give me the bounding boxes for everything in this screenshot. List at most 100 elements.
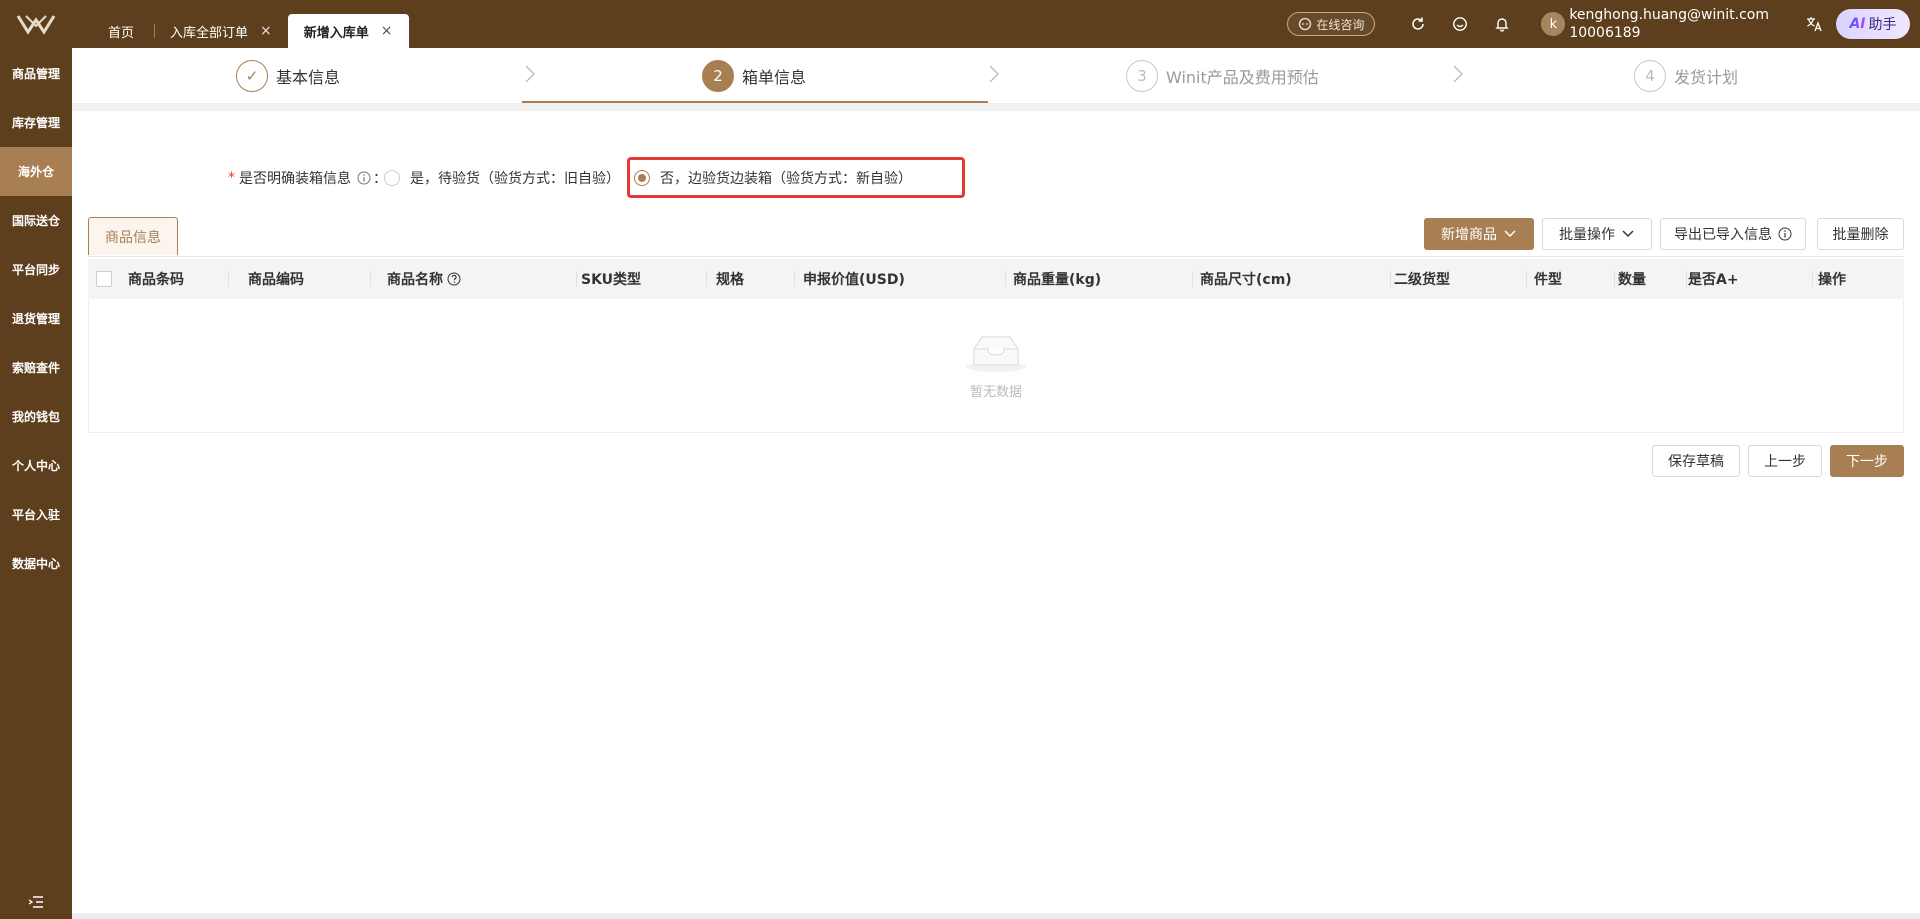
avatar: k (1541, 12, 1566, 36)
sidebar-item-product-management[interactable]: 商品管理 (0, 49, 72, 98)
tab-label: 新增入库单 (303, 25, 369, 41)
empty-text: 暂无数据 (969, 385, 1022, 400)
chat-icon (1299, 17, 1312, 31)
step-number: 4 (1634, 60, 1666, 92)
step-number: 2 (702, 60, 734, 92)
tab-inbound-all-orders[interactable]: 入库全部订单 × (154, 14, 288, 48)
radio-label: 是，待验货（验货方式：旧自验） (410, 171, 620, 187)
winit-logo[interactable] (0, 0, 72, 48)
column-header-quantity: 数量 (1618, 272, 1646, 288)
step-label: 基本信息 (276, 68, 341, 87)
divider (72, 104, 1920, 111)
export-imported-info-button[interactable]: 导出已导入信息 (1660, 218, 1806, 250)
previous-step-button[interactable]: 上一步 (1748, 445, 1822, 477)
page-tabs: 首页 入库全部订单 × 新增入库单 × (92, 0, 409, 48)
sidebar-item-inventory-management[interactable]: 库存管理 (0, 98, 72, 147)
tab-label: 入库全部订单 (170, 25, 249, 41)
sidebar-item-claims-tracking[interactable]: 索赔查件 (0, 343, 72, 392)
tab-label: 首页 (108, 25, 135, 41)
bell-icon[interactable] (1492, 14, 1512, 34)
column-header-spec: 规格 (716, 272, 744, 288)
empty-inbox-icon (966, 336, 1026, 372)
feedback-icon[interactable] (1450, 14, 1470, 34)
info-icon (1778, 227, 1792, 241)
section-divider (88, 256, 1904, 257)
refresh-icon[interactable] (1408, 14, 1428, 34)
main-content: ✓ 基本信息 2 箱单信息 3 Winit产品及费用预估 4 发货计划 * 是否… (72, 48, 1920, 919)
chevron-right-icon (525, 65, 535, 83)
select-all-checkbox[interactable] (96, 259, 112, 299)
top-bar: 首页 入库全部订单 × 新增入库单 × 在线咨询 k kenghong.huan… (0, 0, 1920, 48)
active-step-underline (522, 101, 988, 103)
collapse-menu-icon[interactable] (0, 895, 72, 909)
column-header-sku-type: SKU类型 (581, 272, 642, 288)
step-basic-info[interactable]: ✓ 基本信息 (236, 48, 340, 104)
product-table-header: 商品条码 商品编码 商品名称 SKU类型 规格 申报价值(USD) 商品重量(k… (88, 259, 1904, 299)
ai-label: 助手 (1868, 17, 1897, 33)
product-table-body: 暂无数据 (88, 299, 1904, 433)
step-winit-product-fees[interactable]: 3 Winit产品及费用预估 (1126, 48, 1319, 104)
sidebar-item-international-delivery[interactable]: 国际送仓 (0, 196, 72, 245)
column-header-product-name: 商品名称 (387, 259, 461, 299)
step-number: 3 (1126, 60, 1158, 92)
step-label: 箱单信息 (742, 68, 807, 87)
help-icon[interactable] (447, 272, 461, 286)
column-header-barcode: 商品条码 (128, 272, 184, 288)
column-header-dimensions: 商品尺寸(cm) (1200, 272, 1292, 288)
sidebar-item-overseas-warehouse[interactable]: 海外仓 (0, 147, 72, 196)
chevron-down-icon (1504, 230, 1516, 238)
sidebar-item-data-center[interactable]: 数据中心 (0, 539, 72, 588)
question-label: * 是否明确装箱信息 ： (228, 170, 387, 187)
info-icon[interactable] (357, 171, 371, 185)
user-info: kenghong.huang@winit.com 10006189 (1569, 6, 1769, 42)
step-packing-list[interactable]: 2 箱单信息 (702, 48, 806, 104)
column-header-declared-value: 申报价值(USD) (803, 272, 905, 288)
bottom-strip (72, 913, 1920, 919)
sidebar-item-my-wallet[interactable]: 我的钱包 (0, 392, 72, 441)
add-product-button[interactable]: 新增商品 (1424, 218, 1534, 250)
step-label: 发货计划 (1674, 68, 1739, 87)
tab-product-info[interactable]: 商品信息 (88, 217, 178, 255)
column-header-weight: 商品重量(kg) (1013, 272, 1102, 288)
batch-delete-button[interactable]: 批量删除 (1817, 218, 1904, 250)
chevron-down-icon (1622, 230, 1634, 238)
packing-info-question: * 是否明确装箱信息 ： 是，待验货（验货方式：旧自验） 否，边验货边装箱（验货… (72, 163, 1920, 193)
sidebar-item-returns-management[interactable]: 退货管理 (0, 294, 72, 343)
radio-circle[interactable] (384, 170, 400, 186)
save-draft-button[interactable]: 保存草稿 (1652, 445, 1740, 477)
next-step-button[interactable]: 下一步 (1830, 445, 1904, 477)
column-header-piece-type: 件型 (1534, 272, 1562, 288)
user-email: kenghong.huang@winit.com (1569, 7, 1769, 23)
ai-assistant-button[interactable]: AI 助手 (1836, 9, 1910, 39)
sidebar: 商品管理 库存管理 海外仓 国际送仓 平台同步 退货管理 索赔查件 我的钱包 个… (0, 48, 72, 919)
empty-state: 暂无数据 (89, 299, 1903, 432)
consult-label: 在线咨询 (1316, 17, 1365, 32)
step-indicator: ✓ 基本信息 2 箱单信息 3 Winit产品及费用预估 4 发货计划 (72, 48, 1920, 104)
batch-operations-button[interactable]: 批量操作 (1542, 218, 1652, 250)
sidebar-item-personal-center[interactable]: 个人中心 (0, 441, 72, 490)
column-header-product-code: 商品编码 (248, 272, 304, 288)
user-menu[interactable]: k kenghong.huang@winit.com 10006189 (1541, 6, 1769, 42)
column-header-a-plus: 是否A+ (1688, 272, 1739, 288)
close-icon[interactable]: × (381, 23, 393, 39)
radio-yes-pending-inspection[interactable]: 是，待验货（验货方式：旧自验） (384, 168, 620, 188)
tab-home[interactable]: 首页 (92, 14, 150, 48)
translate-icon[interactable] (1804, 14, 1824, 34)
required-mark: * (228, 170, 235, 186)
ai-badge: AI (1849, 16, 1866, 32)
sidebar-item-platform-onboarding[interactable]: 平台入驻 (0, 490, 72, 539)
user-id: 10006189 (1569, 25, 1641, 41)
column-header-secondary-cargo-type: 二级货型 (1394, 272, 1450, 288)
chevron-right-icon (1453, 65, 1463, 83)
tab-new-inbound-order[interactable]: 新增入库单 × (287, 14, 409, 48)
step-shipping-plan[interactable]: 4 发货计划 (1634, 48, 1738, 104)
column-header-actions: 操作 (1818, 272, 1846, 288)
step-check-icon: ✓ (236, 60, 268, 92)
header-tools: 在线咨询 k kenghong.huang@winit.com 10006189… (1287, 0, 1920, 48)
online-consult-button[interactable]: 在线咨询 (1287, 12, 1376, 36)
chevron-right-icon (989, 65, 999, 83)
sidebar-item-platform-sync[interactable]: 平台同步 (0, 245, 72, 294)
close-icon[interactable]: × (260, 23, 272, 39)
annotation-highlight-box (627, 157, 965, 198)
step-label: Winit产品及费用预估 (1166, 68, 1319, 87)
